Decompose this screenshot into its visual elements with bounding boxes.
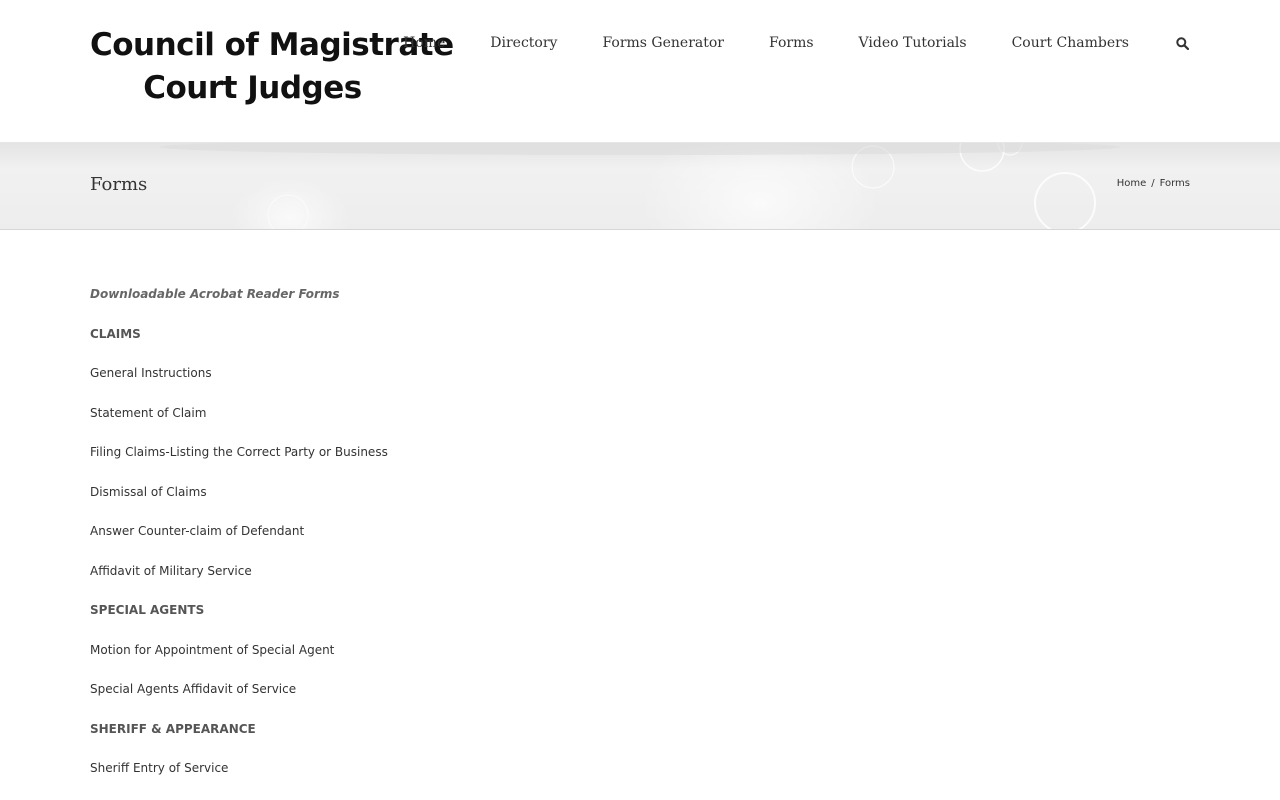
site-header: Council of Magistrate Court Judges Home …	[0, 0, 1280, 143]
breadcrumb-separator: /	[1151, 178, 1155, 189]
section-heading-special-agents: SPECIAL AGENTS	[90, 603, 205, 617]
form-link-special-agents-affidavit[interactable]: Special Agents Affidavit of Service	[90, 679, 388, 719]
page-title: Forms	[90, 174, 148, 195]
nav-forms[interactable]: Forms	[769, 32, 814, 54]
breadcrumb-current: Forms	[1159, 178, 1190, 189]
search-icon	[1175, 36, 1189, 50]
search-button[interactable]	[1174, 32, 1190, 54]
site-logo[interactable]: Council of Magistrate Court Judges	[90, 24, 454, 110]
form-link-motion-special-agent[interactable]: Motion for Appointment of Special Agent	[90, 640, 388, 680]
form-link-answer-counter-claim[interactable]: Answer Counter-claim of Defendant	[90, 521, 388, 561]
forms-intro: Downloadable Acrobat Reader Forms	[90, 287, 340, 301]
nav-directory[interactable]: Directory	[490, 32, 557, 54]
form-link-statement-of-claim[interactable]: Statement of Claim	[90, 403, 388, 443]
form-link-dismissal-of-claims[interactable]: Dismissal of Claims	[90, 482, 388, 522]
logo-line-2: Court Judges	[143, 70, 362, 106]
breadcrumb-home[interactable]: Home	[1117, 178, 1147, 189]
form-link-general-instructions[interactable]: General Instructions	[90, 363, 388, 403]
section-heading-claims: CLAIMS	[90, 326, 141, 341]
nav-home[interactable]: Home	[403, 32, 445, 54]
breadcrumb: Home / Forms	[1117, 178, 1190, 189]
bokeh-background	[160, 143, 1120, 229]
nav-forms-generator[interactable]: Forms Generator	[602, 32, 724, 54]
main-nav: Home Directory Forms Generator Forms Vid…	[403, 32, 1190, 54]
logo-line-1: Council of Magistrate	[90, 27, 454, 63]
nav-court-chambers[interactable]: Court Chambers	[1012, 32, 1129, 54]
form-link-affidavit-military-service[interactable]: Affidavit of Military Service	[90, 561, 388, 601]
form-link-filing-claims[interactable]: Filing Claims-Listing the Correct Party …	[90, 442, 388, 482]
forms-content: Downloadable Acrobat Reader Forms CLAIMS…	[90, 284, 388, 798]
page-title-bar: Forms Home / Forms	[0, 143, 1280, 230]
nav-video-tutorials[interactable]: Video Tutorials	[859, 32, 967, 54]
form-link-sheriff-entry-of-service[interactable]: Sheriff Entry of Service	[90, 758, 388, 798]
section-heading-sheriff-appearance: SHERIFF & APPEARANCE	[90, 721, 256, 736]
